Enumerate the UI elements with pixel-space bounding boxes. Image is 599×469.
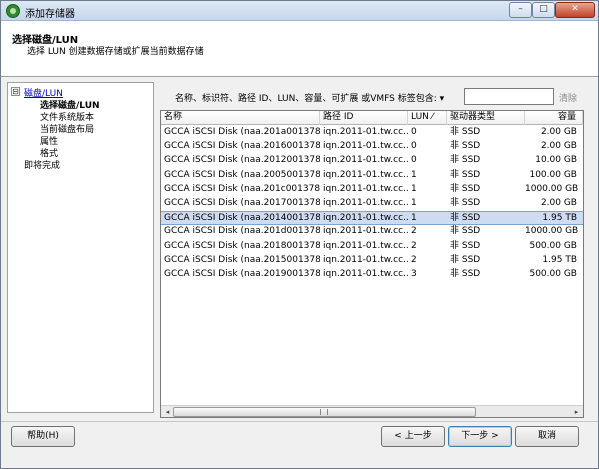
- table-row[interactable]: GCCA iSCSI Disk (naa.20170013789... iqn.2…: [161, 197, 583, 211]
- cell-path-id: iqn.2011-01.tw.cc...: [323, 183, 408, 194]
- title-bar[interactable]: 添加存储器 – □ ✕: [1, 1, 598, 21]
- add-storage-window: 添加存储器 – □ ✕ 选择磁盘/LUN 选择 LUN 创建数据存储或扩展当前数…: [0, 0, 599, 469]
- cell-lun: 1: [411, 198, 417, 208]
- cell-path-id: iqn.2011-01.tw.cc...: [323, 213, 408, 224]
- cell-lun: 0: [411, 127, 417, 137]
- cell-name: GCCA iSCSI Disk (naa.20120013789...: [164, 155, 320, 166]
- cell-drive-type: 非 SSD: [450, 183, 481, 194]
- cell-lun: 1: [411, 213, 417, 224]
- cell-name: GCCA iSCSI Disk (naa.20170013789...: [164, 198, 320, 208]
- cell-name: GCCA iSCSI Disk (naa.201c0013789...: [164, 183, 320, 194]
- wizard-header: 选择磁盘/LUN 选择 LUN 创建数据存储或扩展当前数据存储: [1, 21, 598, 77]
- cell-drive-type: 非 SSD: [450, 169, 481, 180]
- cell-capacity: 10.00 GB: [535, 155, 577, 166]
- minimize-button[interactable]: –: [509, 2, 532, 18]
- cell-name: GCCA iSCSI Disk (naa.20160013789...: [164, 141, 320, 152]
- horizontal-scrollbar[interactable]: ◂ ▸: [161, 405, 583, 417]
- table-row[interactable]: GCCA iSCSI Disk (naa.201a0013789... iqn.2…: [161, 126, 583, 140]
- cell-capacity: 1.95 TB: [542, 213, 577, 224]
- step-ready-to-complete: 即将完成: [24, 161, 61, 171]
- cell-drive-type: 非 SSD: [450, 213, 481, 224]
- cell-drive-type: 非 SSD: [450, 198, 481, 208]
- cell-name: GCCA iSCSI Disk (naa.20150013789...: [164, 254, 320, 265]
- column-header-drive-type[interactable]: 驱动器类型: [447, 111, 525, 125]
- cell-lun: 0: [411, 155, 417, 166]
- cell-drive-type: 非 SSD: [450, 269, 481, 279]
- column-header-lun[interactable]: LUN ⁄: [408, 111, 447, 125]
- cell-drive-type: 非 SSD: [450, 127, 481, 137]
- cell-capacity: 100.00 GB: [529, 169, 577, 180]
- cell-drive-type: 非 SSD: [450, 254, 481, 265]
- grip-icon: [320, 409, 328, 415]
- cell-name: GCCA iSCSI Disk (naa.20140013789...: [164, 213, 320, 224]
- cell-lun: 1: [411, 183, 417, 194]
- cell-capacity: 1000.00 GB: [525, 183, 579, 194]
- clear-filter-link[interactable]: 清除: [559, 91, 577, 104]
- cell-capacity: 1000.00 GB: [525, 226, 579, 237]
- cell-name: GCCA iSCSI Disk (naa.20180013789...: [164, 240, 320, 251]
- table-header: 名称 路径 ID LUN ⁄ 驱动器类型 容量: [161, 111, 583, 125]
- table-row[interactable]: GCCA iSCSI Disk (naa.20190013789... iqn.2…: [161, 268, 583, 282]
- table-row[interactable]: GCCA iSCSI Disk (naa.20160013789... iqn.2…: [161, 140, 583, 154]
- cell-capacity: 2.00 GB: [540, 198, 577, 208]
- cell-name: GCCA iSCSI Disk (naa.201d0013789...: [164, 226, 320, 237]
- cell-capacity: 2.00 GB: [540, 127, 577, 137]
- cell-name: GCCA iSCSI Disk (naa.20190013789...: [164, 269, 320, 279]
- next-button[interactable]: 下一步 >: [448, 426, 512, 447]
- cell-path-id: iqn.2011-01.tw.cc...: [323, 226, 408, 237]
- scrollbar-thumb[interactable]: [173, 407, 476, 417]
- cell-capacity: 500.00 GB: [529, 269, 577, 279]
- cell-lun: 2: [411, 254, 417, 265]
- collapse-toggle-icon[interactable]: ⊟: [11, 87, 20, 96]
- cell-drive-type: 非 SSD: [450, 226, 481, 237]
- page-subtitle: 选择 LUN 创建数据存储或扩展当前数据存储: [27, 47, 204, 57]
- cancel-button[interactable]: 取消: [515, 426, 579, 447]
- column-header-path-id[interactable]: 路径 ID: [320, 111, 408, 125]
- table-row[interactable]: GCCA iSCSI Disk (naa.20050013789... iqn.2…: [161, 169, 583, 183]
- table-row[interactable]: GCCA iSCSI Disk (naa.201d0013789... iqn.2…: [161, 225, 583, 239]
- scroll-left-icon[interactable]: ◂: [162, 407, 173, 417]
- cell-drive-type: 非 SSD: [450, 141, 481, 152]
- scroll-right-icon[interactable]: ▸: [571, 407, 582, 417]
- cell-capacity: 2.00 GB: [540, 141, 577, 152]
- column-header-name[interactable]: 名称: [161, 111, 320, 125]
- cell-path-id: iqn.2011-01.tw.cc...: [323, 141, 408, 152]
- footer-divider: [1, 421, 598, 422]
- cell-name: GCCA iSCSI Disk (naa.201a0013789...: [164, 127, 320, 137]
- lun-table: 名称 路径 ID LUN ⁄ 驱动器类型 容量 GCCA iSCSI Disk …: [160, 110, 584, 418]
- cell-path-id: iqn.2011-01.tw.cc...: [323, 198, 408, 208]
- cell-name: GCCA iSCSI Disk (naa.20050013789...: [164, 169, 320, 180]
- filter-dropdown[interactable]: 名称、标识符、路径 ID、LUN、容量、可扩展 或VMFS 标签包含: ▾: [175, 91, 444, 104]
- cell-path-id: iqn.2011-01.tw.cc...: [323, 269, 408, 279]
- cell-drive-type: 非 SSD: [450, 155, 481, 166]
- column-header-capacity[interactable]: 容量: [525, 111, 583, 125]
- window-title: 添加存储器: [25, 9, 75, 20]
- table-row[interactable]: GCCA iSCSI Disk (naa.201c0013789... iqn.2…: [161, 183, 583, 197]
- wizard-steps-nav: ⊟ 磁盘/LUN 选择磁盘/LUN 文件系统版本 当前磁盘布局 属性 格式 即将…: [7, 82, 154, 413]
- cell-lun: 0: [411, 141, 417, 152]
- cell-path-id: iqn.2011-01.tw.cc...: [323, 169, 408, 180]
- table-row[interactable]: GCCA iSCSI Disk (naa.20180013789... iqn.2…: [161, 240, 583, 254]
- help-button[interactable]: 帮助(H): [11, 426, 75, 447]
- cell-drive-type: 非 SSD: [450, 240, 481, 251]
- cell-path-id: iqn.2011-01.tw.cc...: [323, 240, 408, 251]
- cell-capacity: 1.95 TB: [542, 254, 577, 265]
- cell-lun: 3: [411, 269, 417, 279]
- cell-path-id: iqn.2011-01.tw.cc...: [323, 127, 408, 137]
- table-row[interactable]: GCCA iSCSI Disk (naa.20140013789... iqn.2…: [161, 211, 583, 226]
- vsphere-app-icon: [6, 4, 20, 18]
- cell-path-id: iqn.2011-01.tw.cc...: [323, 155, 408, 166]
- cell-path-id: iqn.2011-01.tw.cc...: [323, 254, 408, 265]
- table-row[interactable]: GCCA iSCSI Disk (naa.20120013789... iqn.2…: [161, 154, 583, 168]
- cell-lun: 1: [411, 169, 417, 180]
- maximize-button[interactable]: □: [532, 2, 555, 18]
- cell-capacity: 500.00 GB: [529, 240, 577, 251]
- back-button[interactable]: < 上一步: [381, 426, 445, 447]
- table-row[interactable]: GCCA iSCSI Disk (naa.20150013789... iqn.2…: [161, 254, 583, 268]
- cell-lun: 2: [411, 226, 417, 237]
- filter-input[interactable]: [464, 88, 554, 105]
- cell-lun: 2: [411, 240, 417, 251]
- close-button[interactable]: ✕: [555, 2, 595, 18]
